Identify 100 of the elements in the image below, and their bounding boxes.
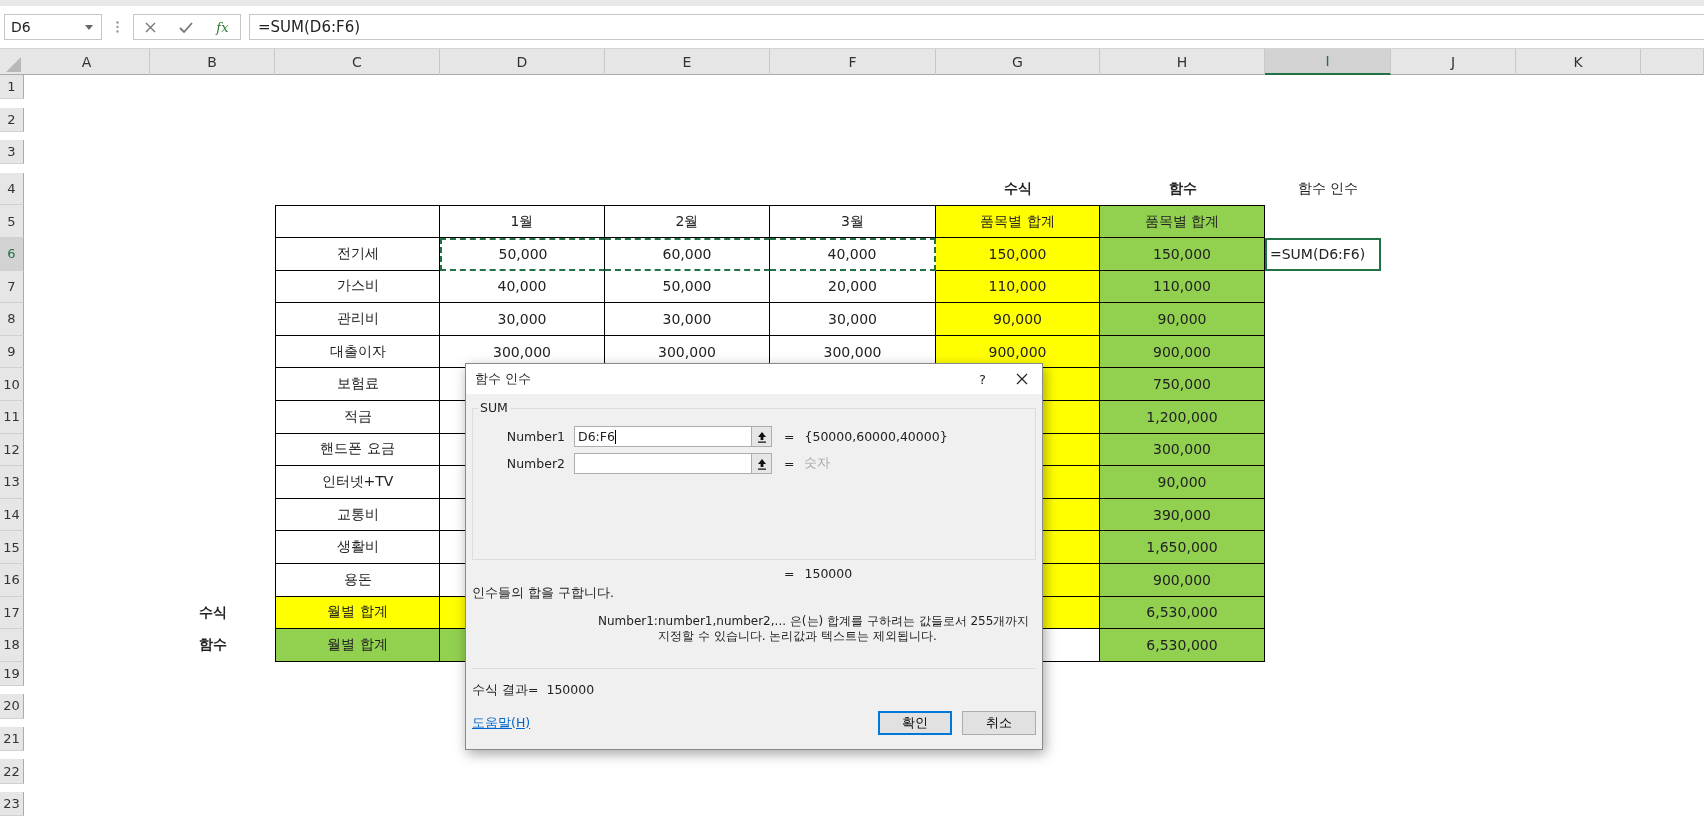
table-cell: 750,000: [1100, 368, 1265, 401]
argument-result: 숫자: [804, 455, 831, 472]
dialog-title: 함수 인수: [475, 370, 532, 388]
table-cell: 핸드폰 요금: [275, 433, 440, 467]
collapse-dialog-button[interactable]: [751, 454, 771, 473]
table-cell: 생활비: [275, 531, 440, 564]
row-header[interactable]: 23: [0, 792, 24, 817]
close-icon[interactable]: [1016, 373, 1028, 385]
table-cell: 대출이자: [275, 335, 440, 369]
row-header[interactable]: 8: [0, 303, 24, 336]
row-header[interactable]: 22: [0, 759, 24, 784]
table-cell: 40,000: [440, 270, 605, 304]
argument-help-label: Number1:: [598, 614, 658, 630]
table-cell: 6,530,000: [1100, 629, 1265, 662]
checkmark-icon[interactable]: [179, 21, 194, 33]
table-cell: 90,000: [936, 303, 1100, 336]
table-cell: 300,000: [1100, 433, 1265, 467]
row-header[interactable]: 10: [0, 368, 24, 401]
row-header[interactable]: 15: [0, 531, 24, 564]
table-cell: 관리비: [275, 303, 440, 336]
column-header[interactable]: G: [936, 49, 1100, 75]
row-header[interactable]: 12: [0, 433, 24, 467]
column-header[interactable]: C: [275, 49, 440, 75]
dropdown-caret-icon: [85, 24, 93, 30]
table-cell: 전기세: [275, 237, 440, 271]
column-header[interactable]: D: [440, 49, 605, 75]
equals-sign: =: [784, 456, 795, 471]
insert-function-button[interactable]: fx: [216, 19, 229, 35]
row-header[interactable]: 3: [0, 140, 24, 165]
table-cell: =SUM(D6:F6): [1265, 237, 1381, 271]
column-header[interactable]: K: [1516, 49, 1641, 75]
table-cell: 90,000: [1100, 466, 1265, 499]
formula-result-label: 수식 결과=: [472, 682, 539, 699]
row-header[interactable]: 13: [0, 466, 24, 499]
column-header[interactable]: I: [1265, 49, 1391, 75]
row-header[interactable]: 17: [0, 596, 24, 630]
ok-button[interactable]: 확인: [878, 711, 952, 735]
column-header[interactable]: B: [150, 49, 275, 75]
table-cell: 품목별 합계: [1100, 205, 1265, 238]
table-cell: 900,000: [1100, 563, 1265, 597]
argument-result: {50000,60000,40000}: [804, 429, 948, 444]
table-cell: 50,000: [440, 237, 605, 271]
table-cell: 교통비: [275, 498, 440, 532]
table-cell-text: 수식: [197, 602, 228, 622]
row-header[interactable]: 7: [0, 270, 24, 304]
row-header[interactable]: 16: [0, 563, 24, 597]
drag-handle-icon[interactable]: [116, 21, 119, 33]
table-cell: 월별 합계: [275, 596, 440, 630]
row-header[interactable]: 9: [0, 335, 24, 369]
table-cell: 110,000: [936, 270, 1100, 304]
cancel-icon[interactable]: [145, 21, 157, 33]
row-header[interactable]: 19: [0, 661, 24, 686]
table-cell: 인터넷+TV: [275, 466, 440, 499]
table-cell: 390,000: [1100, 498, 1265, 532]
name-box[interactable]: D6: [4, 14, 102, 40]
row-header[interactable]: 5: [0, 205, 24, 238]
table-cell: 2월: [605, 205, 770, 238]
table-cell: 보험료: [275, 368, 440, 401]
column-header[interactable]: A: [24, 49, 150, 75]
help-link[interactable]: 도움말(H): [472, 714, 531, 732]
formula-result-value: 150000: [546, 682, 595, 699]
column-header[interactable]: F: [770, 49, 936, 75]
table-cell: 6,530,000: [1100, 596, 1265, 630]
column-header[interactable]: E: [605, 49, 770, 75]
argument-label: Number1: [505, 429, 566, 444]
table-cell-text: 함수: [197, 635, 228, 655]
table-cell: 용돈: [275, 563, 440, 597]
formula-field[interactable]: =SUM(D6:F6): [249, 14, 1704, 40]
table-cell: 1월: [440, 205, 605, 238]
row-header[interactable]: 1: [0, 75, 24, 100]
help-button[interactable]: ?: [979, 371, 986, 387]
argument-field[interactable]: D6:F6: [574, 426, 772, 447]
table-cell: 품목별 합계: [936, 205, 1100, 238]
equals-sign: =: [784, 429, 795, 444]
argument-field[interactable]: [574, 453, 772, 474]
table-cell-text: 함수: [1167, 179, 1198, 199]
row-header[interactable]: 18: [0, 629, 24, 662]
total-value: 150000: [804, 566, 853, 581]
table-cell: 1,200,000: [1100, 400, 1265, 434]
row-header[interactable]: 14: [0, 498, 24, 532]
row-header[interactable]: 11: [0, 400, 24, 434]
row-header[interactable]: 2: [0, 107, 24, 132]
function-description: 인수들의 합을 구합니다.: [472, 585, 615, 602]
row-header[interactable]: 21: [0, 726, 24, 752]
table-cell: 150,000: [936, 237, 1100, 271]
table-cell: 30,000: [440, 303, 605, 336]
group-label: SUM: [478, 400, 510, 415]
table-cell: 900,000: [1100, 335, 1265, 369]
equals-sign: =: [784, 566, 795, 581]
column-header[interactable]: J: [1391, 49, 1516, 75]
collapse-dialog-button[interactable]: [751, 427, 771, 446]
row-header[interactable]: 6: [0, 237, 24, 271]
table-cell: 적금: [275, 400, 440, 434]
cancel-button[interactable]: 취소: [962, 711, 1036, 735]
row-header[interactable]: 20: [0, 694, 24, 719]
table-cell-text: 수식: [1003, 179, 1033, 199]
up-arrow-icon: [756, 430, 767, 443]
table-cell: 30,000: [605, 303, 770, 336]
row-header[interactable]: 4: [0, 172, 24, 206]
table-cell: 월별 합계: [275, 629, 440, 662]
